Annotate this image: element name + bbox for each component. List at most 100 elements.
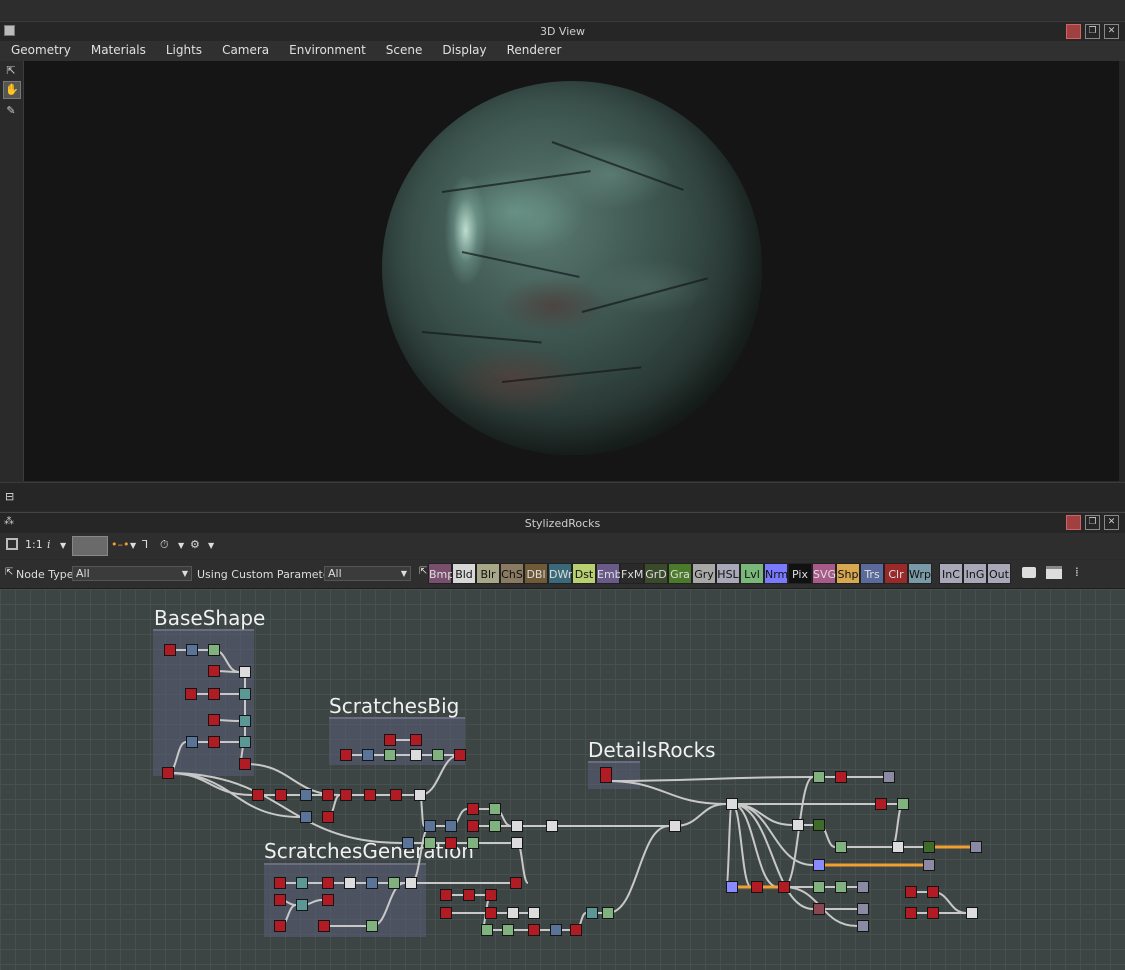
hand-tool-icon[interactable]: ✋ xyxy=(3,81,21,99)
graph-node[interactable] xyxy=(813,903,825,915)
restore-icon[interactable]: ❐ xyxy=(1085,515,1100,530)
graph-node[interactable] xyxy=(857,903,869,915)
graph-node[interactable] xyxy=(546,820,558,832)
menu-materials[interactable]: Materials xyxy=(81,41,156,61)
menu-renderer[interactable]: Renderer xyxy=(497,41,572,61)
graph-node[interactable] xyxy=(813,771,825,783)
graph-node[interactable] xyxy=(602,907,614,919)
graph-node[interactable] xyxy=(669,820,681,832)
graph-node[interactable] xyxy=(274,877,286,889)
tree-icon[interactable]: ⊟ xyxy=(5,490,14,503)
graph-node[interactable] xyxy=(274,920,286,932)
graph-node[interactable] xyxy=(485,889,497,901)
graph-node[interactable] xyxy=(570,924,582,936)
graph-node[interactable] xyxy=(186,644,198,656)
graph-node[interactable] xyxy=(905,907,917,919)
chevron-down-icon[interactable]: ▼ xyxy=(130,541,136,550)
graph-node[interactable] xyxy=(528,907,540,919)
category-button-wrp[interactable]: Wrp xyxy=(908,563,932,584)
graph-node[interactable] xyxy=(186,736,198,748)
graph-node[interactable] xyxy=(402,837,414,849)
chevron-down-icon[interactable]: ▼ xyxy=(60,541,66,550)
custom-params-select[interactable]: All ▼ xyxy=(324,566,411,581)
graph-node[interactable] xyxy=(857,920,869,932)
category-button-chs[interactable]: ChS xyxy=(500,563,524,584)
graph-node[interactable] xyxy=(467,803,479,815)
expand-icon[interactable]: ⇱ xyxy=(3,63,19,79)
category-button-blr[interactable]: Blr xyxy=(476,563,500,584)
frame-icon[interactable] xyxy=(1046,566,1062,579)
category-button-fxm[interactable]: FxM xyxy=(620,563,644,584)
category-button-gra[interactable]: Gra xyxy=(668,563,692,584)
category-button-trs[interactable]: Trs xyxy=(860,563,884,584)
graph-node[interactable] xyxy=(384,749,396,761)
graph-node[interactable] xyxy=(511,820,523,832)
menu-scene[interactable]: Scene xyxy=(376,41,433,61)
comment-icon[interactable] xyxy=(1022,567,1036,578)
graph-node[interactable] xyxy=(875,798,887,810)
graph-node[interactable] xyxy=(445,837,457,849)
graph-node[interactable] xyxy=(274,894,286,906)
graph-node[interactable] xyxy=(463,889,475,901)
menu-display[interactable]: Display xyxy=(432,41,496,61)
graph-node[interactable] xyxy=(239,715,251,727)
category-button-grd[interactable]: GrD xyxy=(644,563,668,584)
graph-node[interactable] xyxy=(340,789,352,801)
menu-environment[interactable]: Environment xyxy=(279,41,376,61)
material-preview-sphere[interactable] xyxy=(382,81,762,455)
graph-node[interactable] xyxy=(467,820,479,832)
node-display-toggle-icon[interactable] xyxy=(72,536,108,556)
graph-node[interactable] xyxy=(502,924,514,936)
light-tool-icon[interactable]: ✎ xyxy=(3,103,19,119)
category-button-svg[interactable]: SVG xyxy=(812,563,836,584)
category-button-out[interactable]: Out xyxy=(987,563,1011,584)
graph-node[interactable] xyxy=(340,749,352,761)
graph-node[interactable] xyxy=(344,877,356,889)
pin-marker-icon[interactable]: ⁞ xyxy=(1075,565,1079,579)
graph-node[interactable] xyxy=(162,767,174,779)
category-button-dwr[interactable]: DWr xyxy=(548,563,572,584)
graph-node[interactable] xyxy=(835,881,847,893)
category-button-nrm[interactable]: Nrm xyxy=(764,563,788,584)
category-button-dbl[interactable]: DBl xyxy=(524,563,548,584)
gear-icon[interactable]: ⚙ xyxy=(190,538,200,551)
graph-node[interactable] xyxy=(927,907,939,919)
category-button-clr[interactable]: Clr xyxy=(884,563,908,584)
graph-node[interactable] xyxy=(208,665,220,677)
restore-icon[interactable]: ❐ xyxy=(1085,24,1100,39)
graph-node[interactable] xyxy=(322,811,334,823)
graph-node[interactable] xyxy=(322,789,334,801)
graph-node[interactable] xyxy=(208,714,220,726)
graph-node[interactable] xyxy=(835,771,847,783)
chevron-down-icon[interactable]: ▼ xyxy=(208,541,214,550)
category-button-emb[interactable]: Emb xyxy=(596,563,622,584)
link-style-icon[interactable]: •–• xyxy=(111,538,129,551)
graph-node[interactable] xyxy=(510,877,522,889)
pin-icon[interactable] xyxy=(1066,515,1081,530)
graph-node[interactable] xyxy=(445,820,457,832)
expand-icon[interactable]: ⇱ xyxy=(5,567,13,578)
category-button-dst[interactable]: Dst xyxy=(572,563,596,584)
graph-node[interactable] xyxy=(970,841,982,853)
graph-node[interactable] xyxy=(410,734,422,746)
graph-node[interactable] xyxy=(185,688,197,700)
category-button-bld[interactable]: Bld xyxy=(452,563,476,584)
category-button-bmp[interactable]: Bmp xyxy=(428,563,454,584)
graph-node[interactable] xyxy=(897,798,909,810)
expand-icon[interactable]: ⇱ xyxy=(419,566,427,577)
graph-node[interactable] xyxy=(239,666,251,678)
graph-node[interactable] xyxy=(857,881,869,893)
menu-camera[interactable]: Camera xyxy=(212,41,279,61)
category-button-ing[interactable]: InG xyxy=(963,563,987,584)
category-button-gry[interactable]: Gry xyxy=(692,563,716,584)
graph-node[interactable] xyxy=(362,749,374,761)
graph-node[interactable] xyxy=(239,758,251,770)
close-icon[interactable]: ✕ xyxy=(1104,515,1119,530)
zoom-1-1-button[interactable]: 1:1 xyxy=(25,538,43,551)
graph-node[interactable] xyxy=(600,767,612,783)
category-button-lvl[interactable]: Lvl xyxy=(740,563,764,584)
graph-node[interactable] xyxy=(432,749,444,761)
graph-node[interactable] xyxy=(164,644,176,656)
graph-node[interactable] xyxy=(300,789,312,801)
graph-node[interactable] xyxy=(507,907,519,919)
